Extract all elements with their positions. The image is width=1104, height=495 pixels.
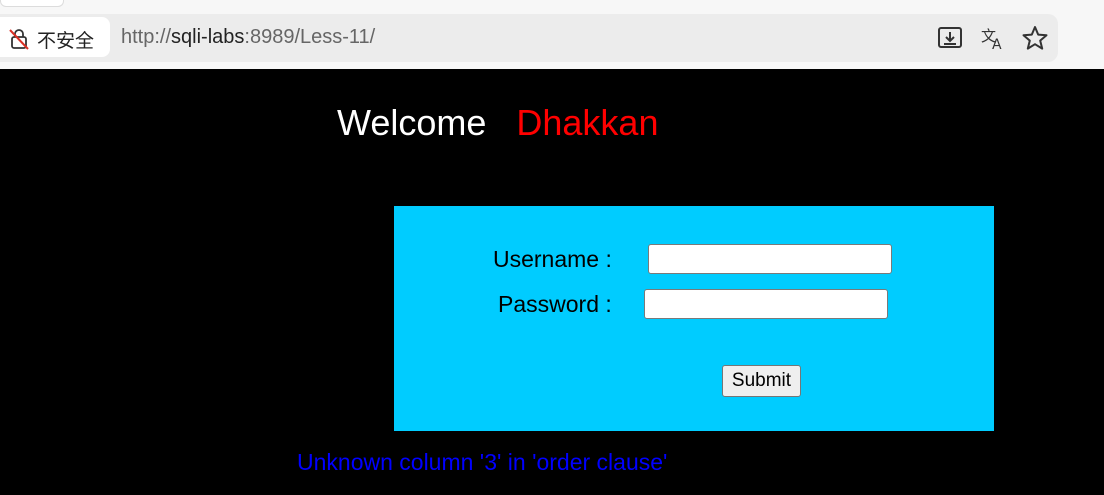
browser-toolbar: 不安全 http://sqli-labs:8989/Less-11/ 文 A [0,0,1104,69]
login-form: Username : Password : Submit [394,206,994,431]
error-message: Unknown column '3' in 'order clause' [297,449,668,475]
svg-text:A: A [992,37,1002,52]
url-scheme: http:// [121,26,172,48]
welcome-text: Welcome [337,102,487,143]
page-title: Welcome Dhakkan [337,102,658,144]
password-label: Password : [498,291,612,317]
translate-icon[interactable]: 文 A [979,24,1007,52]
username-label: Username : [493,246,612,272]
install-app-icon[interactable] [936,24,964,52]
page-body: Welcome Dhakkan Username : Password : Sub… [0,69,1104,495]
username-field[interactable] [648,244,892,274]
url-host: sqli-labs [171,26,245,48]
browser-tab[interactable] [0,0,64,7]
security-label: 不安全 [37,30,95,52]
submit-button[interactable]: Submit [722,365,801,397]
star-bookmark-icon[interactable] [1021,24,1049,52]
password-field[interactable] [644,289,888,319]
security-indicator[interactable]: 不安全 [0,17,110,57]
url-path: :8989/Less-11/ [244,26,376,48]
url-text[interactable]: http://sqli-labs:8989/Less-11/ [121,26,375,49]
lock-slash-icon [9,29,29,50]
name-text: Dhakkan [516,102,659,143]
address-bar[interactable]: 不安全 http://sqli-labs:8989/Less-11/ 文 A [0,14,1058,62]
